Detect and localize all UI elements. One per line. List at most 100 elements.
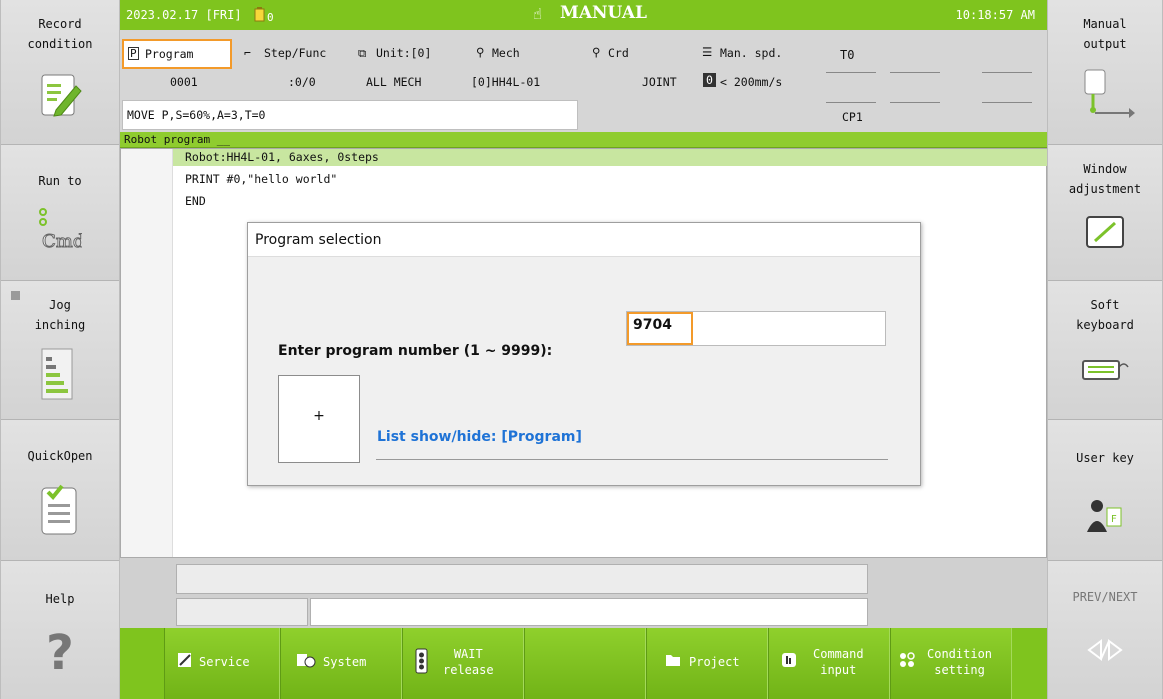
unit-value: ALL MECH xyxy=(366,75,422,89)
window-adjustment-button[interactable]: Window adjustment xyxy=(1048,145,1162,281)
user-key-label: User key xyxy=(1076,451,1134,465)
checklist-icon xyxy=(41,484,77,535)
indicator-square xyxy=(11,291,20,300)
empty-function-key[interactable] xyxy=(524,628,646,699)
left-function-panel: Record condition Run to Cmd Jog inching xyxy=(0,0,120,699)
tool-number: T0 xyxy=(840,48,855,62)
speed-value: < 200mm/s xyxy=(720,75,783,89)
service-icon xyxy=(178,653,191,667)
input-line[interactable] xyxy=(310,598,868,626)
message-box xyxy=(176,564,868,594)
window-icon xyxy=(1086,216,1124,248)
divider xyxy=(982,72,1032,73)
svg-text:?: ? xyxy=(46,625,74,677)
wait-release-button[interactable]: WAIT release xyxy=(402,628,524,699)
program-label: Program xyxy=(145,47,194,61)
mech-label[interactable]: Mech xyxy=(492,46,520,60)
expand-list-button[interactable]: + xyxy=(278,375,360,463)
run-to-button[interactable]: Run to Cmd xyxy=(1,145,119,281)
program-line[interactable]: END xyxy=(173,193,1047,210)
help-icon: ? xyxy=(46,625,74,677)
message-area xyxy=(120,558,1047,628)
svg-text:Cmd: Cmd xyxy=(42,231,82,252)
divider xyxy=(826,102,876,103)
user-key-icon: F xyxy=(1087,500,1122,532)
help-label: Help xyxy=(45,592,75,606)
project-button[interactable]: Project xyxy=(646,628,768,699)
soft-keyboard-button[interactable]: Soft keyboard xyxy=(1048,281,1162,420)
function-key-bar: Service System WAIT release Project Comm… xyxy=(120,628,1047,699)
manual-output-label: Manual output xyxy=(1083,17,1127,51)
cmd-icon: Cmd xyxy=(39,208,82,253)
pencil-icon xyxy=(41,74,82,117)
jog-icon xyxy=(41,348,73,400)
right-function-panel: Manual output Window adjustment Soft key… xyxy=(1047,0,1163,699)
divider xyxy=(890,102,940,103)
help-button[interactable]: Help ? xyxy=(1,561,119,699)
tool-cell[interactable]: T0 xyxy=(824,44,878,70)
status-box xyxy=(176,598,308,626)
condition-setting-label: Condition setting xyxy=(927,647,993,677)
teach-pendant-screen: Record condition Run to Cmd Jog inching xyxy=(0,0,1163,699)
program-number-input[interactable]: 9704 xyxy=(626,311,886,346)
folder-icon xyxy=(666,655,680,666)
prev-next-icon xyxy=(1087,639,1123,661)
program-number-prompt: Enter program number (1 ~ 9999): xyxy=(278,343,553,359)
jog-inching-label: Jog inching xyxy=(34,298,86,332)
status-header: 2023.02.17 [FRI] 0 ☝ MANUAL 10:18:57 AM xyxy=(120,0,1047,30)
record-condition-label: Record condition xyxy=(27,17,93,51)
svg-text:F: F xyxy=(1111,514,1117,525)
list-toggle-link[interactable]: List show/hide: [Program] xyxy=(377,429,582,445)
wait-release-label: WAIT release xyxy=(443,647,494,677)
program-area-title: Robot program __ xyxy=(120,132,1047,148)
system-button[interactable]: System xyxy=(280,628,402,699)
system-label: System xyxy=(323,655,367,669)
condition-icon xyxy=(900,652,915,667)
crd-label[interactable]: Crd xyxy=(608,46,629,60)
service-label: Service xyxy=(199,655,250,669)
user-key-button[interactable]: User key F xyxy=(1048,420,1162,561)
divider xyxy=(890,72,940,73)
jog-inching-button[interactable]: Jog inching xyxy=(1,281,119,420)
program-tab[interactable]: P Program xyxy=(122,39,232,69)
program-line[interactable]: PRINT #0,"hello world" xyxy=(173,171,1047,188)
speed-level: 0 xyxy=(703,73,716,87)
soft-keyboard-label: Soft keyboard xyxy=(1076,298,1134,332)
manual-output-button[interactable]: Manual output xyxy=(1048,0,1162,145)
project-label: Project xyxy=(689,655,740,669)
command-input-button[interactable]: Command input xyxy=(768,628,890,699)
speed-label[interactable]: Man. spd. xyxy=(720,46,782,60)
command-display: MOVE P,S=60%,A=3,T=0 xyxy=(122,100,578,130)
command-input-label: Command input xyxy=(813,647,864,677)
program-icon: P xyxy=(128,47,139,60)
program-selection-dialog: Program selection Enter program number (… xyxy=(247,222,921,486)
condition-setting-button[interactable]: Condition setting xyxy=(890,628,1012,699)
program-line[interactable]: Robot:HH4L-01, 6axes, 0steps xyxy=(173,149,1047,166)
date-display: 2023.02.17 [FRI] xyxy=(126,8,242,22)
output-icon xyxy=(1084,69,1135,118)
speed-icon: ☰ xyxy=(702,45,713,59)
record-condition-button[interactable]: Record condition xyxy=(1,0,119,145)
divider xyxy=(982,102,1032,103)
battery-icon xyxy=(254,7,265,22)
prev-next-button[interactable]: PREV/NEXT xyxy=(1048,561,1162,699)
divider xyxy=(826,72,876,73)
mech-value: [0]HH4L-01 xyxy=(471,75,541,89)
window-adjustment-label: Window adjustment xyxy=(1068,162,1142,196)
step-value: :0/0 xyxy=(288,75,316,89)
hand-icon xyxy=(782,653,796,667)
program-number-value: 9704 xyxy=(627,312,693,345)
command-text: MOVE P,S=60%,A=3,T=0 xyxy=(127,108,266,122)
clock-display: 10:18:57 AM xyxy=(955,8,1035,22)
service-button[interactable]: Service xyxy=(164,628,280,699)
unit-label[interactable]: Unit:[0] xyxy=(376,46,431,60)
mech-icon: ⚲ xyxy=(476,45,485,59)
traffic-light-icon xyxy=(415,648,428,674)
battery-level: 0 xyxy=(267,11,274,24)
divider xyxy=(376,459,888,460)
system-icon xyxy=(297,654,316,668)
keyboard-icon xyxy=(1082,360,1129,380)
quickopen-button[interactable]: QuickOpen xyxy=(1,420,119,561)
run-to-label: Run to xyxy=(38,174,82,188)
step-label[interactable]: Step/Func xyxy=(264,46,326,60)
